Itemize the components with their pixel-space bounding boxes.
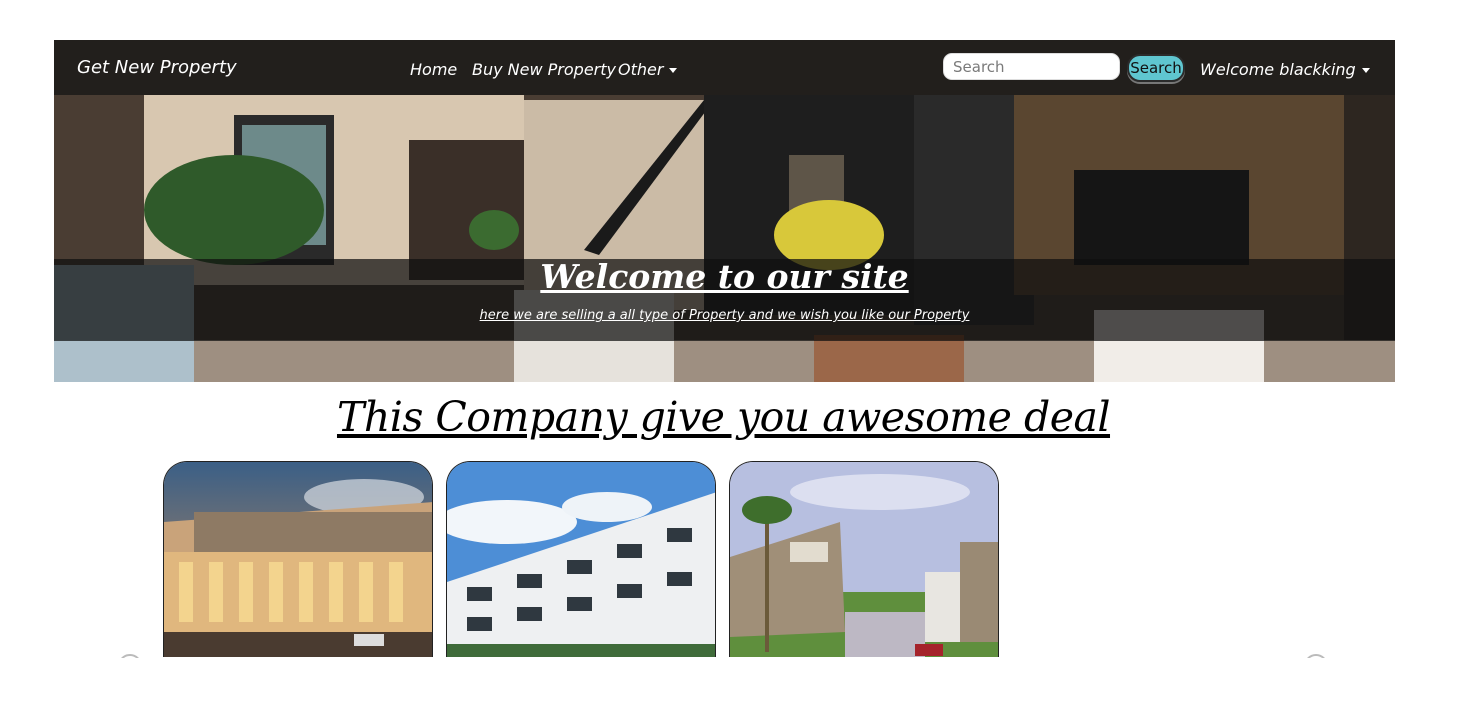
hero-subtitle: here we are selling a all type of Proper… xyxy=(479,308,970,323)
nav-link-home[interactable]: Home xyxy=(410,60,457,79)
apartment-building-photo xyxy=(447,462,715,657)
nav-link-buy-new-property[interactable]: Buy New Property xyxy=(472,60,616,79)
search-input[interactable] xyxy=(943,53,1120,80)
navbar: Get New Property Home Buy New Property O… xyxy=(54,40,1395,95)
page-headline: This Company give you awesome deal xyxy=(336,393,1111,441)
user-menu-dropdown[interactable]: Welcome blackking xyxy=(1200,60,1370,79)
property-card[interactable] xyxy=(729,461,999,657)
nav-dropdown-other-label: Other xyxy=(618,60,664,79)
hero-title: Welcome to our site xyxy=(540,257,909,296)
property-card[interactable] xyxy=(446,461,716,657)
hero-caption: Welcome to our site here we are selling … xyxy=(54,257,1395,341)
property-card[interactable] xyxy=(163,461,433,657)
chevron-down-icon xyxy=(1361,68,1370,73)
nav-dropdown-other[interactable]: Other xyxy=(618,60,678,79)
search-button[interactable]: Search xyxy=(1127,54,1185,82)
brand-logo-text[interactable]: Get New Property xyxy=(77,57,237,78)
chevron-down-icon xyxy=(669,68,678,73)
gated-community-photo xyxy=(730,462,998,657)
user-menu-label: Welcome blackking xyxy=(1200,60,1356,79)
viewport-bottom-edge xyxy=(0,658,1458,706)
shopping-mall-photo xyxy=(164,462,432,657)
hero-carousel: Get New Property Home Buy New Property O… xyxy=(54,40,1395,382)
